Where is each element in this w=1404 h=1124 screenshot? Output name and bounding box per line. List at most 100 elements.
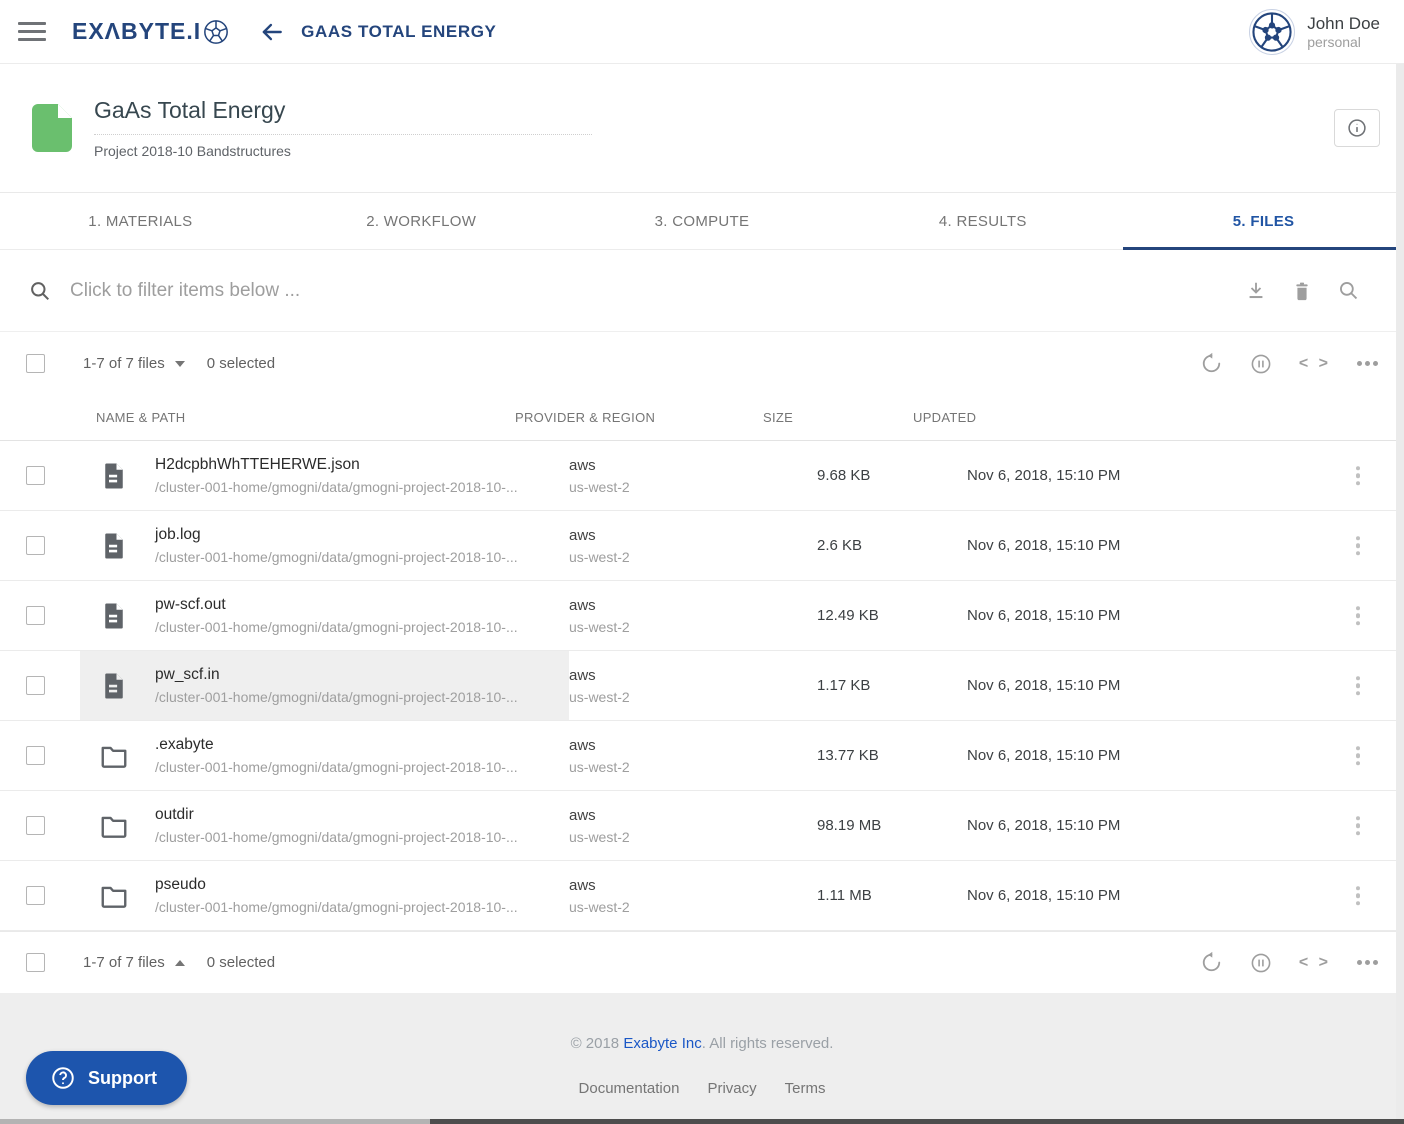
folder-path: /cluster-001-home/gmogni/data/gmogni-pro… xyxy=(155,829,518,845)
table-header: NAME & PATH PROVIDER & REGION SIZE UPDAT… xyxy=(0,395,1404,441)
filter-input[interactable] xyxy=(70,280,1245,302)
region: us-west-2 xyxy=(569,689,817,705)
region: us-west-2 xyxy=(569,829,817,845)
more-vertical-icon[interactable] xyxy=(1352,882,1365,910)
job-header: GaAs Total Energy Project 2018-10 Bandst… xyxy=(0,64,1404,193)
app-bar: EXΛBYTE.I GAAS TOTAL ENERGY John Doe per… xyxy=(0,0,1404,64)
job-title: GaAs Total Energy xyxy=(94,97,592,135)
row-checkbox[interactable] xyxy=(26,536,45,555)
info-button[interactable] xyxy=(1334,109,1380,147)
folder-path: /cluster-001-home/gmogni/data/gmogni-pro… xyxy=(155,899,518,915)
folder-icon xyxy=(99,811,129,841)
more-vertical-icon[interactable] xyxy=(1352,672,1365,700)
table-row[interactable]: outdir /cluster-001-home/gmogni/data/gmo… xyxy=(0,791,1404,861)
file-size: 1.17 KB xyxy=(817,677,967,694)
arrow-drop-down-icon[interactable] xyxy=(175,361,185,367)
tab-compute[interactable]: 3. COMPUTE xyxy=(562,193,843,249)
row-checkbox[interactable] xyxy=(26,746,45,765)
region: us-west-2 xyxy=(569,899,817,915)
more-vertical-icon[interactable] xyxy=(1352,462,1365,490)
file-size: 9.68 KB xyxy=(817,467,967,484)
row-checkbox[interactable] xyxy=(26,816,45,835)
user-name[interactable]: John Doe xyxy=(1307,13,1380,34)
row-checkbox[interactable] xyxy=(26,606,45,625)
pause-button[interactable] xyxy=(1249,352,1273,376)
more-vertical-icon[interactable] xyxy=(1352,532,1365,560)
download-button[interactable] xyxy=(1245,280,1267,302)
table-row[interactable]: pw-scf.out /cluster-001-home/gmogni/data… xyxy=(0,581,1404,651)
file-icon xyxy=(99,531,129,561)
row-checkbox[interactable] xyxy=(26,676,45,695)
table-row[interactable]: H2dcpbhWhTTEHERWE.json /cluster-001-home… xyxy=(0,441,1404,511)
more-vertical-icon[interactable] xyxy=(1352,742,1365,770)
footer-link-terms[interactable]: Terms xyxy=(785,1080,826,1097)
column-provider-region[interactable]: PROVIDER & REGION xyxy=(515,410,763,425)
folder-name[interactable]: .exabyte xyxy=(155,736,518,754)
logo-text: EXΛBYTE.I xyxy=(72,18,201,45)
search-button[interactable] xyxy=(1337,279,1360,302)
footer-link-privacy[interactable]: Privacy xyxy=(707,1080,756,1097)
file-updated: Nov 6, 2018, 15:10 PM xyxy=(967,677,1404,694)
select-all-checkbox[interactable] xyxy=(26,953,45,972)
code-icon[interactable]: < > xyxy=(1299,355,1331,373)
file-path: /cluster-001-home/gmogni/data/gmogni-pro… xyxy=(155,619,518,635)
logo[interactable]: EXΛBYTE.I xyxy=(72,18,229,45)
file-name[interactable]: pw_scf.in xyxy=(155,666,518,684)
avatar[interactable] xyxy=(1249,9,1295,55)
horizontal-scrollbar[interactable] xyxy=(0,1119,1404,1124)
arrow-drop-up-icon[interactable] xyxy=(175,960,185,966)
vertical-scrollbar[interactable] xyxy=(1396,64,1404,1119)
file-name[interactable]: pw-scf.out xyxy=(155,596,518,614)
more-horizontal-icon[interactable] xyxy=(1357,361,1378,366)
file-path: /cluster-001-home/gmogni/data/gmogni-pro… xyxy=(155,549,518,565)
column-name-path[interactable]: NAME & PATH xyxy=(0,410,515,425)
refresh-button[interactable] xyxy=(1200,352,1223,375)
pause-button[interactable] xyxy=(1249,951,1273,975)
file-updated: Nov 6, 2018, 15:10 PM xyxy=(967,747,1404,764)
column-size[interactable]: SIZE xyxy=(763,410,913,425)
scrollbar-thumb[interactable] xyxy=(430,1119,1404,1124)
more-vertical-icon[interactable] xyxy=(1352,812,1365,840)
tab-results[interactable]: 4. RESULTS xyxy=(842,193,1123,249)
search-icon xyxy=(28,279,52,303)
file-updated: Nov 6, 2018, 15:10 PM xyxy=(967,607,1404,624)
folder-icon xyxy=(99,741,129,771)
code-icon[interactable]: < > xyxy=(1299,954,1331,972)
more-vertical-icon[interactable] xyxy=(1352,602,1365,630)
row-checkbox[interactable] xyxy=(26,886,45,905)
row-checkbox[interactable] xyxy=(26,466,45,485)
folder-name[interactable]: pseudo xyxy=(155,876,518,894)
arrow-back-icon[interactable] xyxy=(259,19,285,45)
selected-count: 0 selected xyxy=(207,355,275,372)
pause-circle-icon xyxy=(1249,951,1273,975)
table-row[interactable]: .exabyte /cluster-001-home/gmogni/data/g… xyxy=(0,721,1404,791)
delete-button[interactable] xyxy=(1291,280,1313,302)
tab-workflow[interactable]: 2. WORKFLOW xyxy=(281,193,562,249)
list-toolbar-bottom: 1-7 of 7 files 0 selected < > xyxy=(0,931,1404,993)
company-link[interactable]: Exabyte Inc xyxy=(623,1035,701,1052)
soccer-ball-icon xyxy=(1251,11,1293,53)
support-label: Support xyxy=(88,1068,157,1089)
file-icon xyxy=(99,601,129,631)
table-row[interactable]: job.log /cluster-001-home/gmogni/data/gm… xyxy=(0,511,1404,581)
folder-name[interactable]: outdir xyxy=(155,806,518,824)
table-row[interactable]: pw_scf.in /cluster-001-home/gmogni/data/… xyxy=(0,651,1404,721)
info-icon xyxy=(1346,117,1368,139)
table-row[interactable]: pseudo /cluster-001-home/gmogni/data/gmo… xyxy=(0,861,1404,931)
copyright-prefix: © 2018 xyxy=(571,1035,624,1052)
tab-materials[interactable]: 1. MATERIALS xyxy=(0,193,281,249)
menu-icon[interactable] xyxy=(18,17,48,46)
tab-files[interactable]: 5. FILES xyxy=(1123,193,1404,249)
column-updated[interactable]: UPDATED xyxy=(913,410,1404,425)
copyright: © 2018 Exabyte Inc. All rights reserved. xyxy=(571,1035,834,1052)
support-button[interactable]: Support xyxy=(26,1051,187,1105)
copyright-suffix: . All rights reserved. xyxy=(702,1035,834,1052)
provider: aws xyxy=(569,667,817,684)
refresh-button[interactable] xyxy=(1200,951,1223,974)
file-name[interactable]: H2dcpbhWhTTEHERWE.json xyxy=(155,456,518,474)
select-all-checkbox[interactable] xyxy=(26,354,45,373)
folder-path: /cluster-001-home/gmogni/data/gmogni-pro… xyxy=(155,759,518,775)
more-horizontal-icon[interactable] xyxy=(1357,960,1378,965)
file-name[interactable]: job.log xyxy=(155,526,518,544)
footer-link-documentation[interactable]: Documentation xyxy=(579,1080,680,1097)
